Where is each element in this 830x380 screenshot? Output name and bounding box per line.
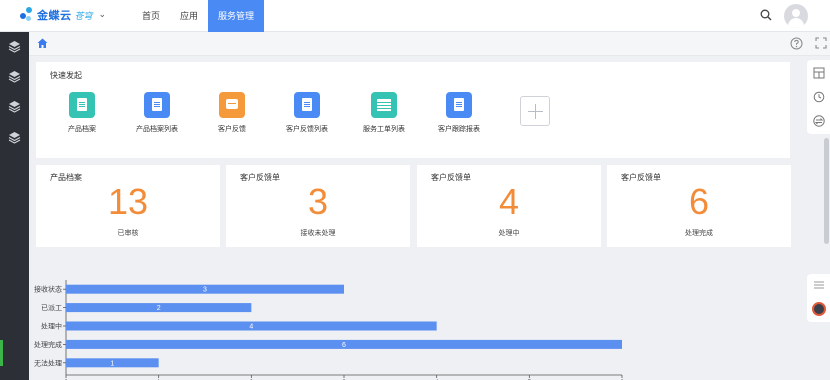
table-icon xyxy=(371,92,397,118)
category-label: 无法处理 xyxy=(34,358,62,367)
logo-subtext: 苍穹 xyxy=(74,11,93,22)
chevron-down-icon[interactable]: ⌄ xyxy=(99,10,107,20)
quick-item-service-order-list[interactable]: 服务工单列表 xyxy=(354,92,414,134)
logo-mark-icon xyxy=(20,7,34,23)
category-label: 接收状态 xyxy=(34,285,62,294)
feedback-status-bar-chart: 0123456接收状态3已派工2处理中4处理完成6无法处理1 xyxy=(34,280,624,380)
stat-value: 3 xyxy=(307,181,329,222)
layout-icon[interactable] xyxy=(813,67,825,79)
stat-card-product-archive[interactable]: 产品档案 13 已审核 xyxy=(36,165,220,247)
bar-value-label: 3 xyxy=(203,287,207,294)
right-toolbar-bottom xyxy=(807,274,830,322)
document-icon xyxy=(294,92,320,118)
document-icon xyxy=(144,92,170,118)
quick-entry-card: 快速发起 产品档案 产品档案列表 客户反馈 客户反馈列表 服务工单列表 客户跟踪… xyxy=(36,62,790,158)
layers-icon[interactable] xyxy=(8,131,21,144)
assistant-avatar[interactable] xyxy=(812,302,826,316)
category-label: 处理中 xyxy=(41,322,62,331)
top-nav: 首页 应用 服务管理 xyxy=(132,0,265,32)
quick-item-label: 客户反馈列表 xyxy=(286,125,328,133)
stat-subtitle: 处理完成 xyxy=(685,229,713,237)
document-icon xyxy=(446,92,472,118)
logo-text: 金蝶云 xyxy=(37,9,72,22)
quick-item-label: 客户跟踪报表 xyxy=(438,125,480,133)
nav-item-service-management[interactable]: 服务管理 xyxy=(208,0,265,32)
home-icon[interactable] xyxy=(37,38,48,49)
stat-value: 4 xyxy=(498,181,520,222)
breadcrumb xyxy=(29,32,830,56)
stat-subtitle: 接收未处理 xyxy=(300,229,336,237)
nav-item-home[interactable]: 首页 xyxy=(132,0,170,32)
layers-icon[interactable] xyxy=(8,40,21,53)
quick-item-product-archive-list[interactable]: 产品档案列表 xyxy=(127,92,187,134)
quick-item-customer-feedback[interactable]: 客户反馈 xyxy=(202,92,262,134)
quick-item-label: 服务工单列表 xyxy=(363,125,405,133)
quick-item-customer-tracking-report[interactable]: 客户跟踪报表 xyxy=(429,92,489,134)
stat-card-feedback-processing[interactable]: 客户反馈单 4 处理中 xyxy=(417,165,601,247)
quick-item-customer-feedback-list[interactable]: 客户反馈列表 xyxy=(277,92,337,134)
layers-icon[interactable] xyxy=(8,100,21,113)
search-icon[interactable] xyxy=(760,9,772,21)
chat-icon xyxy=(219,92,245,118)
stat-card-feedback-received[interactable]: 客户反馈单 3 接收未处理 xyxy=(226,165,410,247)
category-label: 已派工 xyxy=(41,304,62,312)
avatar[interactable] xyxy=(784,4,808,28)
fullscreen-icon[interactable] xyxy=(815,37,827,49)
nav-item-apps[interactable]: 应用 xyxy=(170,0,208,32)
quick-item-label: 产品档案列表 xyxy=(136,125,178,133)
quick-item-label: 产品档案 xyxy=(68,125,96,133)
document-icon xyxy=(69,92,95,118)
swap-icon[interactable] xyxy=(813,115,825,127)
category-label: 处理完成 xyxy=(34,340,62,349)
bar-value-label: 4 xyxy=(249,324,253,331)
layers-icon[interactable] xyxy=(8,70,21,83)
bar-value-label: 6 xyxy=(342,342,346,349)
top-bar: 金蝶云 苍穹 ⌄ 首页 应用 服务管理 xyxy=(0,0,830,32)
stat-value: 13 xyxy=(107,181,149,222)
stat-subtitle: 处理中 xyxy=(498,229,520,237)
quick-entry-title: 快速发起 xyxy=(50,71,82,80)
history-icon[interactable] xyxy=(813,91,825,103)
add-shortcut-button[interactable] xyxy=(520,96,550,126)
quick-item-product-archive[interactable]: 产品档案 xyxy=(52,92,112,134)
menu-icon[interactable] xyxy=(813,280,825,290)
scrollbar[interactable] xyxy=(824,138,829,244)
stat-subtitle: 已审核 xyxy=(117,229,139,237)
quick-item-label: 客户反馈 xyxy=(218,125,246,133)
bar-value-label: 1 xyxy=(110,360,114,367)
app-logo[interactable]: 金蝶云 苍穹 ⌄ xyxy=(20,7,106,23)
bar-value-label: 2 xyxy=(157,305,161,312)
stat-value: 6 xyxy=(688,181,710,222)
stat-card-feedback-completed[interactable]: 客户反馈单 6 处理完成 xyxy=(607,165,791,247)
help-icon[interactable] xyxy=(790,37,803,50)
right-toolbar xyxy=(807,60,830,134)
